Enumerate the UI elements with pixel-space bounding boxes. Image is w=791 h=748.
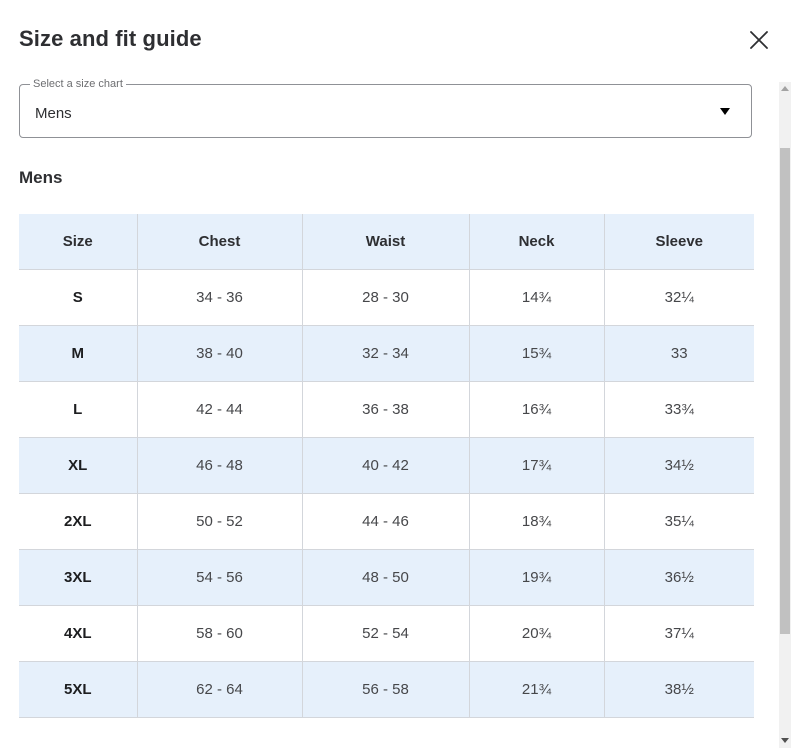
close-icon — [750, 31, 768, 49]
sleeve-cell: 34½ — [603, 437, 754, 494]
scrollbar-thumb[interactable] — [780, 148, 790, 634]
size-chart-select[interactable]: Select a size chart Mens — [19, 78, 752, 138]
select-value: Mens — [35, 105, 72, 122]
waist-cell: 48 - 50 — [301, 549, 469, 606]
waist-cell: 52 - 54 — [301, 605, 469, 662]
size-cell: 3XL — [19, 549, 137, 606]
waist-cell: 32 - 34 — [301, 325, 469, 382]
table-row: 3XL 54 - 56 48 - 50 19¾ 36½ — [19, 549, 754, 606]
table-header-row: Size Chest Waist Neck Sleeve — [19, 214, 754, 270]
column-header-sleeve: Sleeve — [603, 214, 754, 270]
sleeve-cell: 33¾ — [603, 381, 754, 438]
size-cell: 2XL — [19, 493, 137, 550]
waist-cell: 56 - 58 — [301, 661, 469, 718]
chest-cell: 42 - 44 — [136, 381, 302, 438]
neck-cell: 15¾ — [468, 325, 604, 382]
column-header-size: Size — [19, 214, 137, 270]
select-legend: Select a size chart — [30, 78, 126, 90]
waist-cell: 44 - 46 — [301, 493, 469, 550]
sleeve-cell: 32¼ — [603, 269, 754, 326]
size-table: Size Chest Waist Neck Sleeve S 34 - 36 2… — [19, 214, 754, 718]
sleeve-cell: 37¼ — [603, 605, 754, 662]
neck-cell: 16¾ — [468, 381, 604, 438]
chest-cell: 38 - 40 — [136, 325, 302, 382]
table-row: L 42 - 44 36 - 38 16¾ 33¾ — [19, 381, 754, 438]
chest-cell: 62 - 64 — [136, 661, 302, 718]
neck-cell: 20¾ — [468, 605, 604, 662]
chest-cell: 50 - 52 — [136, 493, 302, 550]
table-row: XL 46 - 48 40 - 42 17¾ 34½ — [19, 437, 754, 494]
modal-title: Size and fit guide — [19, 26, 202, 51]
column-header-waist: Waist — [301, 214, 469, 270]
sleeve-cell: 38½ — [603, 661, 754, 718]
waist-cell: 28 - 30 — [301, 269, 469, 326]
section-heading: Mens — [19, 168, 63, 187]
neck-cell: 14¾ — [468, 269, 604, 326]
size-cell: XL — [19, 437, 137, 494]
waist-cell: 40 - 42 — [301, 437, 469, 494]
chest-cell: 58 - 60 — [136, 605, 302, 662]
table-row: 2XL 50 - 52 44 - 46 18¾ 35¼ — [19, 493, 754, 550]
size-cell: 5XL — [19, 661, 137, 718]
neck-cell: 17¾ — [468, 437, 604, 494]
sleeve-cell: 33 — [603, 325, 754, 382]
neck-cell: 19¾ — [468, 549, 604, 606]
table-row: S 34 - 36 28 - 30 14¾ 32¼ — [19, 269, 754, 326]
column-header-chest: Chest — [136, 214, 302, 270]
neck-cell: 18¾ — [468, 493, 604, 550]
sleeve-cell: 36½ — [603, 549, 754, 606]
column-header-neck: Neck — [468, 214, 604, 270]
chest-cell: 46 - 48 — [136, 437, 302, 494]
table-row: M 38 - 40 32 - 34 15¾ 33 — [19, 325, 754, 382]
scroll-down-arrow-icon[interactable] — [781, 738, 789, 743]
caret-down-icon — [720, 108, 730, 115]
size-cell: 4XL — [19, 605, 137, 662]
close-button[interactable] — [744, 25, 774, 55]
waist-cell: 36 - 38 — [301, 381, 469, 438]
size-cell: S — [19, 269, 137, 326]
chest-cell: 34 - 36 — [136, 269, 302, 326]
size-cell: L — [19, 381, 137, 438]
neck-cell: 21¾ — [468, 661, 604, 718]
size-cell: M — [19, 325, 137, 382]
table-row: 4XL 58 - 60 52 - 54 20¾ 37¼ — [19, 605, 754, 662]
scroll-up-arrow-icon[interactable] — [781, 86, 789, 91]
chest-cell: 54 - 56 — [136, 549, 302, 606]
sleeve-cell: 35¼ — [603, 493, 754, 550]
table-row: 5XL 62 - 64 56 - 58 21¾ 38½ — [19, 661, 754, 718]
